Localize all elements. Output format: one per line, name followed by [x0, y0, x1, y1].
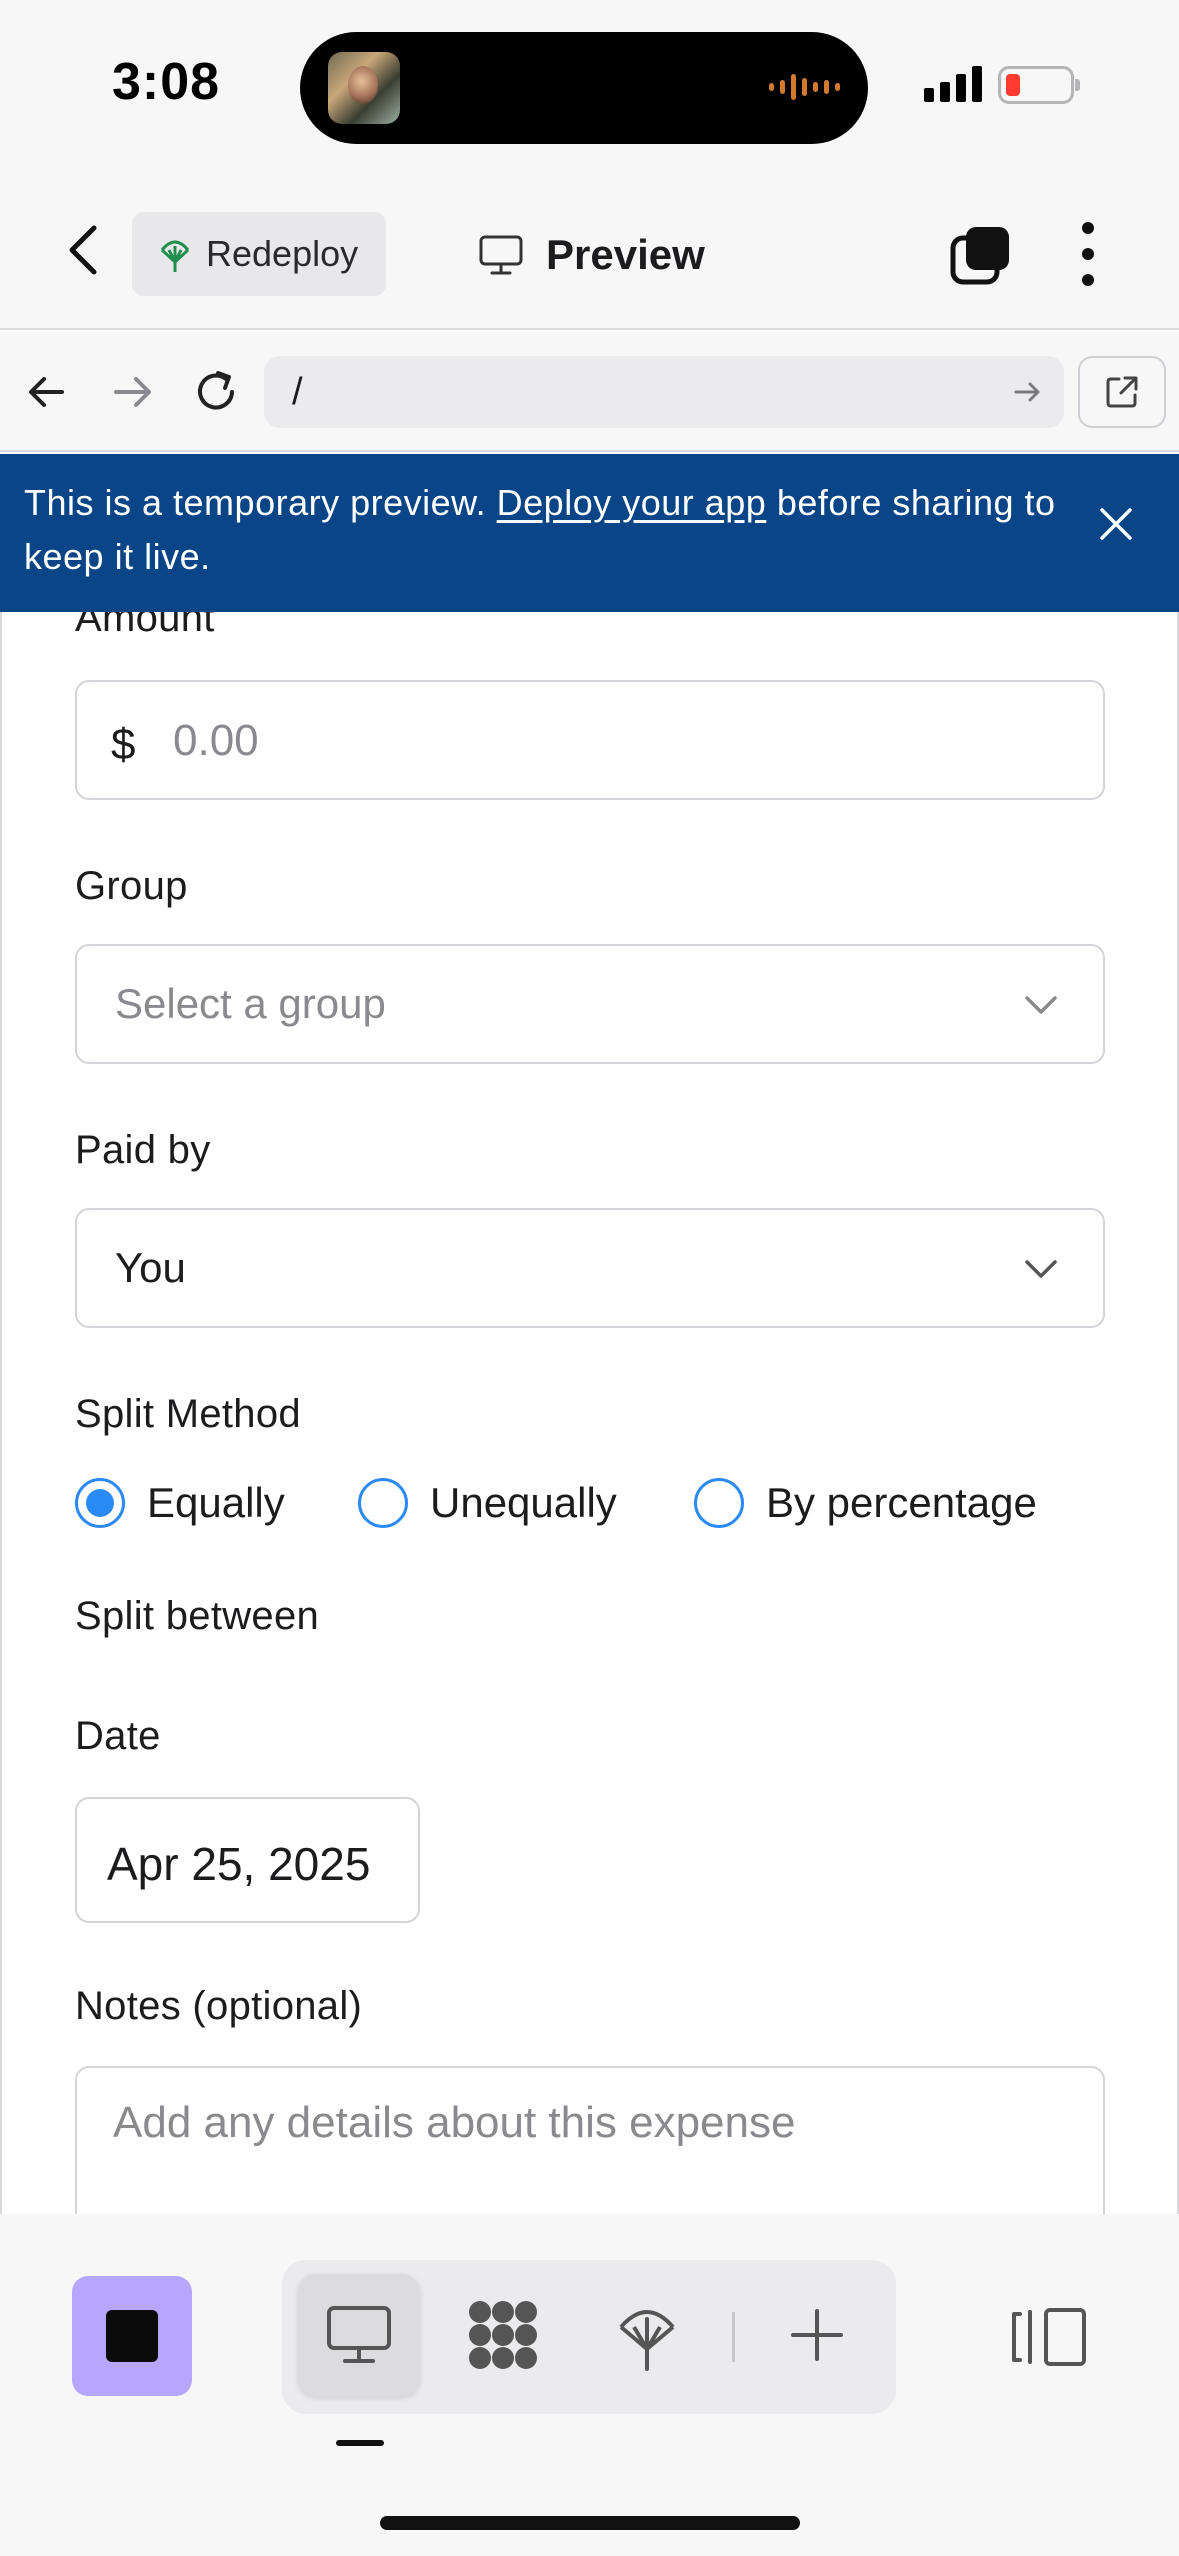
add-icon[interactable] — [756, 2274, 878, 2396]
temporary-preview-banner: This is a temporary preview. Deploy your… — [0, 454, 1179, 612]
preview-label: Preview — [546, 231, 705, 278]
url-bar[interactable] — [264, 356, 1064, 428]
radio-by-percentage-label: By percentage — [766, 1479, 1037, 1526]
chevron-down-icon — [1025, 996, 1057, 1014]
redeploy-button[interactable]: Redeploy — [132, 212, 386, 296]
group-select[interactable]: Select a group — [75, 944, 1105, 1064]
browser-forward-icon[interactable] — [102, 362, 162, 422]
content-border-left — [0, 612, 2, 2214]
url-input[interactable] — [292, 366, 972, 418]
side-panel-icon[interactable] — [1006, 2306, 1090, 2368]
deploy-tree-icon — [160, 240, 190, 272]
bottom-toolbar — [0, 2214, 1179, 2556]
radio-circle[interactable] — [358, 1478, 408, 1528]
date-picker[interactable]: Apr 25, 2025 — [75, 1797, 420, 1923]
radio-unequally-label: Unequally — [430, 1479, 617, 1526]
group-placeholder: Select a group — [115, 980, 386, 1027]
date-label: Date — [75, 1714, 161, 1758]
status-bar: 3:08 — [0, 0, 1179, 170]
monitor-icon — [479, 235, 523, 275]
copy-window-icon[interactable] — [950, 224, 1012, 286]
radio-unequally[interactable]: Unequally — [358, 1478, 617, 1528]
deploy-app-link[interactable]: Deploy your app — [497, 482, 767, 523]
external-link-icon — [1106, 376, 1138, 408]
paid-by-select[interactable]: You — [75, 1208, 1105, 1328]
group-label: Group — [75, 864, 188, 908]
radio-equally[interactable]: Equally — [75, 1478, 285, 1528]
split-between-label: Split between — [75, 1594, 320, 1638]
amount-label: Amount — [75, 612, 215, 640]
notes-label: Notes (optional) — [75, 1984, 363, 2028]
browser-back-icon[interactable] — [18, 362, 78, 422]
go-arrow-icon[interactable] — [1010, 374, 1046, 410]
stop-button[interactable] — [72, 2276, 192, 2396]
back-chevron-icon[interactable] — [60, 222, 110, 278]
cellular-signal-icon — [924, 66, 982, 102]
browser-nav-bar — [0, 332, 1179, 452]
redeploy-label: Redeploy — [206, 233, 359, 274]
amount-placeholder: 0.00 — [173, 716, 259, 765]
currency-symbol: $ — [111, 720, 136, 769]
radio-circle-selected[interactable] — [75, 1478, 125, 1528]
banner-text-before: This is a temporary preview. — [24, 482, 497, 523]
preview-toggle[interactable]: Preview — [478, 220, 705, 290]
paid-by-value: You — [115, 1244, 186, 1291]
notes-textarea[interactable] — [113, 2098, 1053, 2198]
banner-message: This is a temporary preview. Deploy your… — [24, 476, 1084, 584]
desktop-icon[interactable] — [298, 2274, 420, 2396]
dynamic-island — [300, 32, 868, 144]
chevron-down-icon — [1025, 1260, 1057, 1278]
paid-by-label: Paid by — [75, 1128, 211, 1172]
audio-waveform-icon — [769, 74, 840, 100]
toolbar-divider — [732, 2312, 735, 2362]
apps-grid-icon[interactable] — [442, 2274, 564, 2396]
app-header: Redeploy Preview — [0, 170, 1179, 330]
radio-circle[interactable] — [694, 1478, 744, 1528]
radio-by-percentage[interactable]: By percentage — [694, 1478, 1037, 1528]
battery-icon — [998, 66, 1080, 104]
amount-field[interactable]: $ 0.00 — [75, 680, 1105, 800]
split-method-label: Split Method — [75, 1392, 301, 1436]
more-options-icon[interactable] — [1070, 222, 1106, 286]
deploy-icon[interactable] — [586, 2274, 708, 2396]
radio-equally-label: Equally — [147, 1479, 285, 1526]
home-indicator[interactable] — [380, 2516, 800, 2530]
status-time: 3:08 — [112, 53, 221, 111]
expense-form: Amount $ 0.00 Group Select a group Paid … — [0, 612, 1179, 2214]
reload-icon[interactable] — [186, 362, 246, 422]
now-playing-artwork — [328, 52, 400, 124]
split-method-options: Equally Unequally By percentage — [75, 1478, 1105, 1540]
tool-group — [282, 2260, 896, 2414]
date-value: Apr 25, 2025 — [107, 1838, 371, 1890]
active-tab-indicator — [336, 2440, 384, 2446]
close-banner-icon[interactable] — [1096, 504, 1136, 544]
open-external-button[interactable] — [1078, 356, 1166, 428]
